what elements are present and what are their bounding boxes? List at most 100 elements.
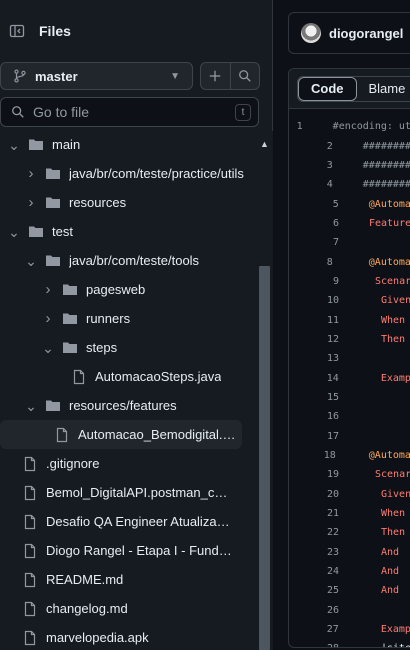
go-to-file-input[interactable] bbox=[33, 104, 223, 120]
line-number[interactable]: 18 bbox=[289, 450, 336, 461]
line-number[interactable]: 7 bbox=[289, 237, 339, 248]
line-number[interactable]: 16 bbox=[289, 411, 339, 422]
tree-file-readme[interactable]: README.md bbox=[0, 565, 255, 594]
file-icon bbox=[24, 601, 36, 616]
line-number[interactable]: 13 bbox=[289, 353, 339, 364]
commit-header: diogorangel P bbox=[288, 12, 410, 54]
tree-file-automacao-steps[interactable]: AutomacaoSteps.java bbox=[0, 362, 255, 391]
line-number[interactable]: 23 bbox=[289, 547, 339, 558]
go-to-file-box: t bbox=[0, 97, 259, 127]
code-line: 17 bbox=[289, 427, 410, 446]
tree-item-label: resources bbox=[69, 195, 127, 210]
line-number[interactable]: 25 bbox=[289, 585, 339, 596]
branch-selector[interactable]: master ▼ bbox=[0, 62, 193, 90]
line-number[interactable]: 9 bbox=[289, 276, 339, 287]
line-content: @Automacao bbox=[368, 256, 410, 268]
line-number[interactable]: 6 bbox=[289, 218, 339, 229]
line-number[interactable]: 14 bbox=[289, 373, 339, 384]
chevron-down-icon[interactable]: ⌄ bbox=[25, 254, 37, 268]
code-line: 6 Feature: bbox=[289, 214, 410, 233]
line-content: ########### bbox=[362, 159, 410, 171]
line-number[interactable]: 10 bbox=[289, 295, 339, 306]
tree-folder-test[interactable]: ⌄ test bbox=[0, 217, 255, 246]
tree-folder-pagesweb[interactable]: › pagesweb bbox=[0, 275, 255, 304]
tab-code[interactable]: Code bbox=[298, 76, 357, 101]
code-line: 3 ########### bbox=[289, 156, 410, 175]
folder-icon bbox=[63, 313, 77, 324]
tree-file-postman[interactable]: Bemol_DigitalAPI.postman_collection.json bbox=[0, 478, 255, 507]
line-content: Scenario bbox=[375, 469, 410, 481]
tab-blame[interactable]: Blame bbox=[357, 77, 410, 101]
collapse-sidebar-button[interactable] bbox=[5, 19, 29, 43]
line-number[interactable]: 1 bbox=[289, 121, 303, 132]
code-line: 4 ########### bbox=[289, 175, 410, 194]
tree-item-label: Bemol_DigitalAPI.postman_collection.json bbox=[46, 485, 234, 500]
tree-item-label: test bbox=[52, 224, 73, 239]
chevron-right-icon[interactable]: › bbox=[25, 195, 37, 210]
line-content: ########### bbox=[362, 140, 410, 152]
line-number[interactable]: 4 bbox=[289, 179, 333, 190]
line-number[interactable]: 5 bbox=[289, 199, 339, 210]
line-number[interactable]: 28 bbox=[289, 643, 339, 647]
tree-item-label: README.md bbox=[46, 572, 124, 587]
tree-folder-resources-features[interactable]: ⌄ resources/features bbox=[0, 391, 255, 420]
tree-file-etapa[interactable]: Diogo Rangel - Etapa I - Fundamentos.pdf bbox=[0, 536, 255, 565]
tree-file-desafio[interactable]: Desafio QA Engineer Atualizado - Bemol D… bbox=[0, 507, 255, 536]
line-content: Given bbox=[381, 488, 410, 500]
tree-file-feature[interactable]: Automacao_Bemodigital.feature bbox=[0, 420, 242, 449]
line-number[interactable]: 22 bbox=[289, 527, 339, 538]
line-number[interactable]: 15 bbox=[289, 392, 339, 403]
line-number[interactable]: 2 bbox=[289, 141, 333, 152]
line-number[interactable]: 19 bbox=[289, 469, 339, 480]
line-number[interactable]: 8 bbox=[289, 257, 333, 268]
tree-folder-steps[interactable]: ⌄ steps bbox=[0, 333, 255, 362]
owner-link[interactable]: diogorangel bbox=[329, 26, 403, 41]
chevron-down-icon[interactable]: ⌄ bbox=[8, 225, 20, 239]
view-mode-toggle: Code Blame bbox=[297, 75, 410, 102]
folder-icon bbox=[46, 168, 60, 179]
folder-icon bbox=[63, 342, 77, 353]
file-view-panel: diogorangel P Code Blame 1 #encoding: utf… bbox=[274, 0, 410, 650]
add-file-button[interactable] bbox=[201, 63, 230, 89]
search-code-button[interactable] bbox=[229, 63, 260, 89]
tree-folder-test-java[interactable]: ⌄ java/br/com/teste/tools bbox=[0, 246, 255, 275]
code-line: 10 Given bbox=[289, 291, 410, 310]
chevron-down-icon[interactable]: ⌄ bbox=[42, 341, 54, 355]
tree-folder-main-java[interactable]: › java/br/com/teste/practice/utils bbox=[0, 159, 255, 188]
tree-file-gitignore[interactable]: .gitignore bbox=[0, 449, 255, 478]
avatar[interactable] bbox=[301, 23, 321, 43]
code-line: 2 ########### bbox=[289, 136, 410, 155]
scrollbar-thumb[interactable] bbox=[259, 266, 270, 650]
chevron-right-icon[interactable]: › bbox=[25, 166, 37, 181]
line-number[interactable]: 17 bbox=[289, 431, 339, 442]
tree-file-changelog[interactable]: changelog.md bbox=[0, 594, 255, 623]
file-icon bbox=[24, 456, 36, 471]
line-number[interactable]: 24 bbox=[289, 566, 339, 577]
code-line: 20 Given bbox=[289, 485, 410, 504]
chevron-down-icon[interactable]: ⌄ bbox=[8, 138, 20, 152]
tree-folder-main-resources[interactable]: › resources bbox=[0, 188, 255, 217]
tree-folder-main[interactable]: ⌄ main bbox=[0, 131, 255, 159]
tree-scrollbar[interactable]: ▲ bbox=[256, 131, 273, 650]
tree-folder-runners[interactable]: › runners bbox=[0, 304, 255, 333]
code-line: 24 And bbox=[289, 562, 410, 581]
branch-name: master bbox=[35, 68, 78, 84]
scroll-up-arrow-icon[interactable]: ▲ bbox=[256, 139, 273, 149]
tree-item-label: runners bbox=[86, 311, 131, 326]
tree-file-apk[interactable]: marvelopedia.apk bbox=[0, 623, 255, 650]
chevron-down-icon[interactable]: ⌄ bbox=[25, 399, 37, 413]
line-number[interactable]: 11 bbox=[289, 315, 339, 326]
git-branch-icon bbox=[14, 69, 26, 83]
chevron-right-icon[interactable]: › bbox=[42, 311, 54, 326]
line-number[interactable]: 27 bbox=[289, 624, 339, 635]
line-number[interactable]: 21 bbox=[289, 508, 339, 519]
file-icon bbox=[24, 485, 36, 500]
tree-item-label: steps bbox=[86, 340, 118, 355]
line-number[interactable]: 20 bbox=[289, 489, 339, 500]
line-content: When bbox=[381, 314, 406, 326]
line-number[interactable]: 26 bbox=[289, 605, 339, 616]
line-number[interactable]: 12 bbox=[289, 334, 339, 345]
chevron-right-icon[interactable]: › bbox=[42, 282, 54, 297]
search-icon bbox=[12, 106, 24, 118]
line-number[interactable]: 3 bbox=[289, 160, 333, 171]
